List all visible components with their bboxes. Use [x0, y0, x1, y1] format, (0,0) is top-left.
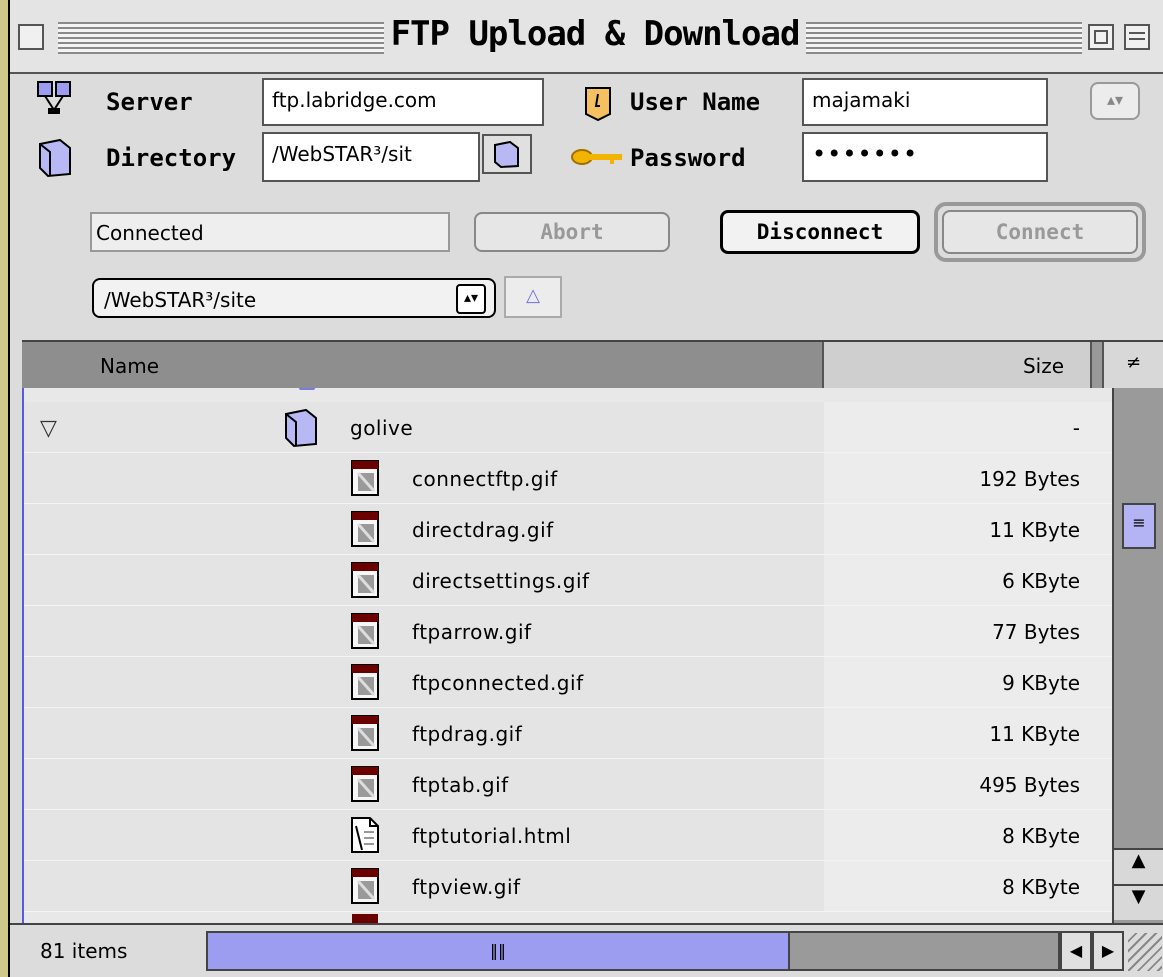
path-popup-value: /WebSTAR³/site: [104, 288, 257, 312]
file-row[interactable]: directsettings.gif 6 KByte: [24, 555, 1112, 606]
scroll-thumb[interactable]: ≡: [1122, 503, 1156, 549]
status-bar: 81 items ‖‖ ◀ ▶: [10, 923, 1163, 977]
folder-icon: [298, 388, 316, 390]
file-name: ftpdrag.gif: [412, 722, 523, 746]
user-icon: [585, 87, 611, 122]
stepper-button[interactable]: ▴▾: [1090, 82, 1140, 120]
server-label: Server: [106, 88, 193, 116]
file-size: 8 KByte: [824, 861, 1112, 911]
file-size: 11 KByte: [824, 708, 1112, 758]
file-size: 8 KByte: [824, 810, 1112, 860]
parent-directory-button[interactable]: △: [504, 276, 562, 318]
password-field[interactable]: •••••••: [802, 132, 1048, 182]
gif-file-icon: [350, 612, 380, 650]
file-row[interactable]: directdrag.gif 11 KByte: [24, 504, 1112, 555]
directory-field[interactable]: /WebSTAR³/sit: [262, 132, 480, 182]
file-name: ftpview.gif: [412, 875, 521, 899]
file-size: 495 Bytes: [824, 759, 1112, 809]
gif-file-icon: [350, 714, 380, 752]
horizontal-scroll-thumb[interactable]: ‖‖: [208, 933, 790, 969]
sort-direction-icon[interactable]: ≠: [1102, 342, 1163, 388]
scroll-left-button[interactable]: ◀: [1060, 931, 1092, 971]
gif-file-icon: [350, 510, 380, 548]
connect-button[interactable]: Connect: [942, 210, 1138, 254]
folder-icon: [494, 140, 519, 169]
folder-size: -: [824, 402, 1112, 452]
file-row[interactable]: ftpdrag.gif 11 KByte: [24, 708, 1112, 759]
file-row[interactable]: ftpconnected.gif 9 KByte: [24, 657, 1112, 708]
connection-status: Connected: [90, 212, 450, 252]
gif-file-icon: [350, 765, 380, 803]
title-bar[interactable]: FTP Upload & Download: [10, 0, 1163, 74]
list-header: Name Size ≠: [22, 340, 1163, 388]
file-name: connectftp.gif: [412, 467, 558, 491]
column-header-name[interactable]: Name: [22, 342, 824, 388]
server-field[interactable]: ftp.labridge.com: [262, 78, 544, 126]
file-row[interactable]: ftparrow.gif 77 Bytes: [24, 606, 1112, 657]
file-row[interactable]: connectftp.gif 192 Bytes: [24, 453, 1112, 504]
username-field[interactable]: majamaki: [802, 78, 1048, 126]
items-count: 81 items: [40, 939, 128, 963]
file-row[interactable]: ftpview.gif 8 KByte: [24, 861, 1112, 912]
gif-file-icon: [352, 914, 378, 923]
gif-file-icon: [350, 867, 380, 905]
browse-folder-button[interactable]: [482, 134, 532, 174]
resize-grip-icon[interactable]: [1128, 933, 1162, 971]
scroll-down-button[interactable]: ▼: [1114, 884, 1163, 920]
horizontal-scrollbar[interactable]: ‖‖: [206, 931, 1060, 971]
file-name: ftpconnected.gif: [412, 671, 584, 695]
file-row[interactable]: ftptutorial.html 8 KByte: [24, 810, 1112, 861]
popup-arrows-icon: ▴▾: [456, 284, 486, 314]
close-box-icon[interactable]: [18, 24, 44, 50]
file-name: ftptab.gif: [412, 773, 509, 797]
key-icon: [571, 149, 622, 165]
gif-file-icon: [350, 663, 380, 701]
file-name: ftparrow.gif: [412, 620, 532, 644]
gif-file-icon: [350, 561, 380, 599]
file-row[interactable]: ftptab.gif 495 Bytes: [24, 759, 1112, 810]
file-size: 192 Bytes: [824, 453, 1112, 503]
folder-row[interactable]: ▽ golive -: [24, 402, 1112, 453]
gif-file-icon: [350, 459, 380, 497]
abort-button[interactable]: Abort: [474, 212, 670, 252]
zoom-box-icon[interactable]: [1088, 24, 1114, 50]
windowshade-box-icon[interactable]: [1124, 24, 1150, 50]
folder-icon: [285, 408, 317, 448]
path-popup[interactable]: /WebSTAR³/site ▴▾: [92, 278, 496, 318]
disconnect-button[interactable]: Disconnect: [720, 210, 920, 254]
disclosure-triangle-icon[interactable]: ▽: [40, 416, 57, 441]
file-name: directsettings.gif: [412, 569, 590, 593]
file-size: 11 KByte: [824, 504, 1112, 554]
scroll-right-button[interactable]: ▶: [1092, 931, 1124, 971]
folder-icon: [39, 138, 71, 178]
scroll-up-button[interactable]: ▲: [1114, 848, 1163, 884]
file-size: 77 Bytes: [824, 606, 1112, 656]
html-file-icon: [350, 816, 380, 854]
column-header-size[interactable]: Size: [824, 342, 1092, 388]
server-icon: [37, 81, 71, 114]
file-name: ftptutorial.html: [412, 824, 572, 848]
ftp-window: FTP Upload & Download Server ftp.labridg…: [8, 0, 1163, 977]
window-title: FTP Upload & Download: [390, 14, 800, 54]
file-size: 9 KByte: [824, 657, 1112, 707]
directory-label: Directory: [106, 144, 237, 172]
vertical-scrollbar[interactable]: ≡ ▲ ▼: [1112, 388, 1163, 923]
file-name: directdrag.gif: [412, 518, 554, 542]
password-label: Password: [630, 144, 746, 172]
file-size: 6 KByte: [824, 555, 1112, 605]
folder-name: golive: [350, 416, 414, 440]
file-list[interactable]: ▽ golive - connectftp.gif 192 Bytes direct…: [22, 388, 1112, 923]
username-label: User Name: [630, 88, 761, 116]
